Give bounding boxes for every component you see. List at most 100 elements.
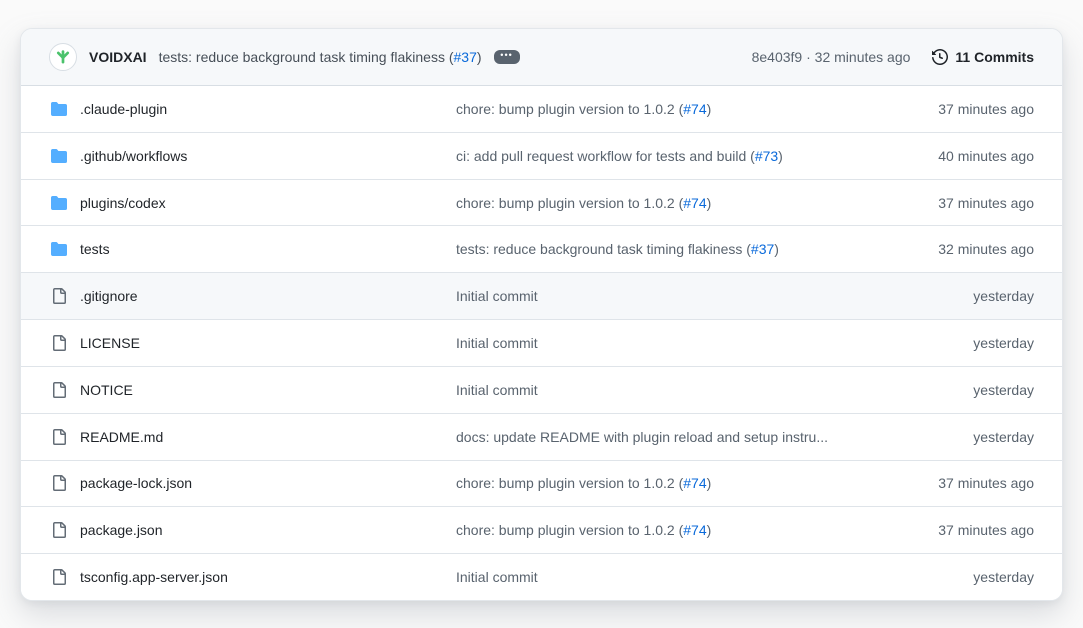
commit-message-cell: chore: bump plugin version to 1.0.2 (#74… (456, 522, 938, 538)
file-name-cell: tsconfig.app-server.json (51, 569, 456, 585)
commit-hash-link[interactable]: 8e403f9 (752, 49, 803, 65)
commit-message-suffix: ) (477, 49, 482, 65)
commit-time: 40 minutes ago (938, 148, 1034, 164)
commit-message-cell: chore: bump plugin version to 1.0.2 (#74… (456, 195, 938, 211)
file-name-link[interactable]: tests (80, 241, 110, 257)
file-icon (51, 288, 67, 304)
file-name-cell: .gitignore (51, 288, 456, 304)
table-row: package-lock.json chore: bump plugin ver… (21, 461, 1062, 508)
file-name-link[interactable]: .github/workflows (80, 148, 187, 164)
commit-message-suffix: ) (778, 148, 783, 164)
pr-number-link[interactable]: #73 (755, 148, 778, 164)
commit-time: yesterday (973, 382, 1034, 398)
table-row: .github/workflows ci: add pull request w… (21, 133, 1062, 180)
commit-message-text: chore: bump plugin version to 1.0.2 ( (456, 101, 683, 117)
table-row: tests tests: reduce background task timi… (21, 226, 1062, 273)
commit-message-cell: Initial commit (456, 569, 973, 585)
pr-number-link[interactable]: #74 (683, 101, 706, 117)
file-name-cell: plugins/codex (51, 195, 456, 211)
file-name-link[interactable]: LICENSE (80, 335, 140, 351)
commit-message-text: Initial commit (456, 569, 538, 585)
latest-commit-message-link[interactable]: tests: reduce background task timing fla… (159, 49, 482, 65)
file-table: .claude-plugin chore: bump plugin versio… (21, 86, 1062, 600)
commit-message-suffix: ) (707, 195, 712, 211)
file-name-cell: package.json (51, 522, 456, 538)
owner-avatar[interactable] (49, 43, 77, 71)
commit-message-link[interactable]: chore: bump plugin version to 1.0.2 (#74… (456, 101, 938, 117)
commit-message-link[interactable]: chore: bump plugin version to 1.0.2 (#74… (456, 195, 938, 211)
commit-message-link[interactable]: tests: reduce background task timing fla… (456, 241, 938, 257)
file-icon (51, 569, 67, 585)
folder-icon (51, 101, 67, 117)
commit-message-text: docs: update README with plugin reload a… (456, 429, 828, 445)
file-name-cell: tests (51, 241, 456, 257)
file-name-link[interactable]: package-lock.json (80, 475, 192, 491)
commit-message-cell: Initial commit (456, 382, 973, 398)
file-name-link[interactable]: .claude-plugin (80, 101, 167, 117)
commit-message-link[interactable]: Initial commit (456, 382, 973, 398)
commit-message-cell: tests: reduce background task timing fla… (456, 241, 938, 257)
commit-message-link[interactable]: chore: bump plugin version to 1.0.2 (#74… (456, 522, 938, 538)
commit-message-cell: chore: bump plugin version to 1.0.2 (#74… (456, 475, 938, 491)
commit-time: 32 minutes ago (815, 49, 911, 65)
file-name-link[interactable]: plugins/codex (80, 195, 166, 211)
commit-message-link[interactable]: ci: add pull request workflow for tests … (456, 148, 938, 164)
file-name-cell: README.md (51, 429, 456, 445)
pr-number-link[interactable]: #37 (454, 49, 477, 65)
pr-number-link[interactable]: #37 (751, 241, 774, 257)
folder-icon (51, 241, 67, 257)
commit-message-suffix: ) (707, 475, 712, 491)
commit-message-suffix: ) (774, 241, 779, 257)
pr-number-link[interactable]: #74 (683, 195, 706, 211)
commit-message-link[interactable]: docs: update README with plugin reload a… (456, 429, 973, 445)
file-name-link[interactable]: package.json (80, 522, 163, 538)
table-row: NOTICE Initial commit yesterday (21, 367, 1062, 414)
folder-icon (51, 195, 67, 211)
table-row: .claude-plugin chore: bump plugin versio… (21, 86, 1062, 133)
commit-message-link[interactable]: Initial commit (456, 288, 973, 304)
commit-time: yesterday (973, 429, 1034, 445)
commits-count-label: 11 Commits (955, 49, 1034, 65)
file-name-cell: LICENSE (51, 335, 456, 351)
commit-time: 37 minutes ago (938, 195, 1034, 211)
file-name-link[interactable]: tsconfig.app-server.json (80, 569, 228, 585)
commit-time: 32 minutes ago (938, 241, 1034, 257)
table-row: README.md docs: update README with plugi… (21, 414, 1062, 461)
commit-message-link[interactable]: chore: bump plugin version to 1.0.2 (#74… (456, 475, 938, 491)
commit-message-link[interactable]: Initial commit (456, 335, 973, 351)
commit-message-cell: Initial commit (456, 335, 973, 351)
commit-message-cell: chore: bump plugin version to 1.0.2 (#74… (456, 101, 938, 117)
commit-time: 37 minutes ago (938, 475, 1034, 491)
commit-message-cell: Initial commit (456, 288, 973, 304)
commit-message-suffix: ) (707, 522, 712, 538)
commit-message-cell: ci: add pull request workflow for tests … (456, 148, 938, 164)
commit-message-text: tests: reduce background task timing fla… (456, 241, 751, 257)
commit-history-link[interactable]: 11 Commits (932, 49, 1034, 65)
commit-message-cell: docs: update README with plugin reload a… (456, 429, 973, 445)
table-row: LICENSE Initial commit yesterday (21, 320, 1062, 367)
file-name-cell: package-lock.json (51, 475, 456, 491)
commit-message-text: chore: bump plugin version to 1.0.2 ( (456, 475, 683, 491)
file-name-link[interactable]: NOTICE (80, 382, 133, 398)
commit-details-toggle-button[interactable]: ••• (494, 50, 520, 64)
file-icon (51, 475, 67, 491)
owner-name-link[interactable]: VOIDXAI (89, 49, 147, 65)
latest-commit-header: VOIDXAI tests: reduce background task ti… (21, 29, 1062, 86)
file-name-link[interactable]: .gitignore (80, 288, 138, 304)
pr-number-link[interactable]: #74 (683, 475, 706, 491)
commit-time: 37 minutes ago (938, 522, 1034, 538)
commit-message-link[interactable]: Initial commit (456, 569, 973, 585)
table-row: plugins/codex chore: bump plugin version… (21, 180, 1062, 227)
commit-time: yesterday (973, 335, 1034, 351)
table-row: tsconfig.app-server.json Initial commit … (21, 554, 1062, 600)
file-name-link[interactable]: README.md (80, 429, 163, 445)
file-name-cell: .claude-plugin (51, 101, 456, 117)
commit-message-text: Initial commit (456, 288, 538, 304)
file-icon (51, 429, 67, 445)
repo-file-browser: VOIDXAI tests: reduce background task ti… (20, 28, 1063, 601)
folder-icon (51, 148, 67, 164)
commit-message-text: Initial commit (456, 335, 538, 351)
pr-number-link[interactable]: #74 (683, 522, 706, 538)
commit-time: yesterday (973, 288, 1034, 304)
table-row: package.json chore: bump plugin version … (21, 507, 1062, 554)
